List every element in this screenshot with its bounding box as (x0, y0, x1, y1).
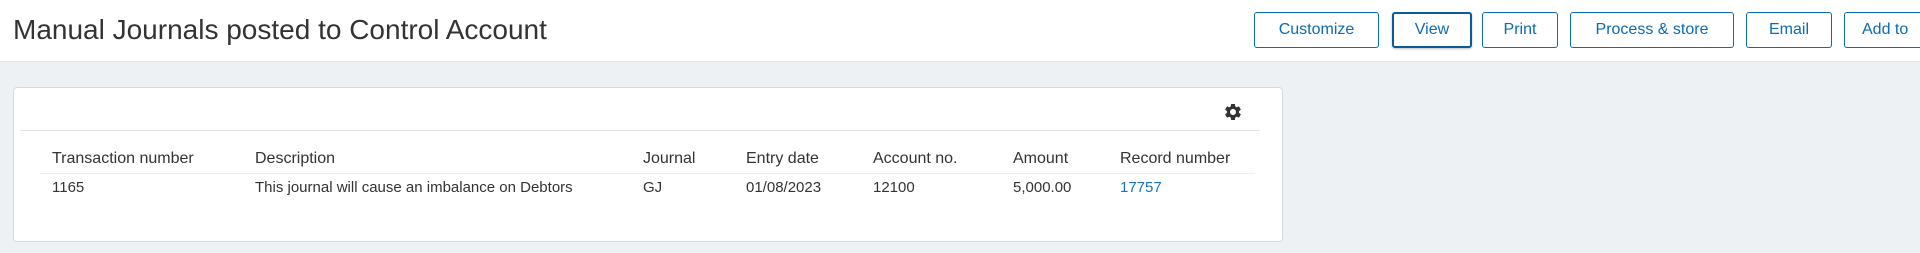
process-store-button[interactable]: Process & store (1570, 12, 1734, 48)
column-header-amount[interactable]: Amount (1013, 150, 1068, 168)
cell-entry-date: 01/08/2023 (746, 179, 822, 196)
cell-description: This journal will cause an imbalance on … (255, 179, 573, 196)
page-header: Manual Journals posted to Control Accoun… (0, 0, 1920, 62)
column-header-record-number[interactable]: Record number (1120, 150, 1230, 168)
column-header-journal[interactable]: Journal (643, 150, 695, 168)
add-to-button[interactable]: Add to (1844, 12, 1920, 48)
gear-icon[interactable] (1223, 102, 1243, 122)
email-button[interactable]: Email (1746, 12, 1832, 48)
customize-button[interactable]: Customize (1254, 12, 1379, 48)
header-row-divider (40, 173, 1255, 174)
column-header-account-no[interactable]: Account no. (873, 150, 958, 168)
card-divider (20, 130, 1260, 131)
print-button[interactable]: Print (1482, 12, 1558, 48)
record-number-link[interactable]: 17757 (1120, 179, 1162, 197)
column-header-description[interactable]: Description (255, 150, 335, 168)
column-header-entry-date[interactable]: Entry date (746, 150, 819, 168)
column-header-transaction-number[interactable]: Transaction number (52, 150, 194, 168)
cell-transaction-number: 1165 (52, 179, 85, 196)
view-button[interactable]: View (1392, 12, 1472, 48)
cell-amount: 5,000.00 (1013, 179, 1072, 196)
cell-journal: GJ (643, 179, 663, 196)
page-title: Manual Journals posted to Control Accoun… (13, 14, 547, 45)
cell-account-no: 12100 (873, 179, 915, 196)
